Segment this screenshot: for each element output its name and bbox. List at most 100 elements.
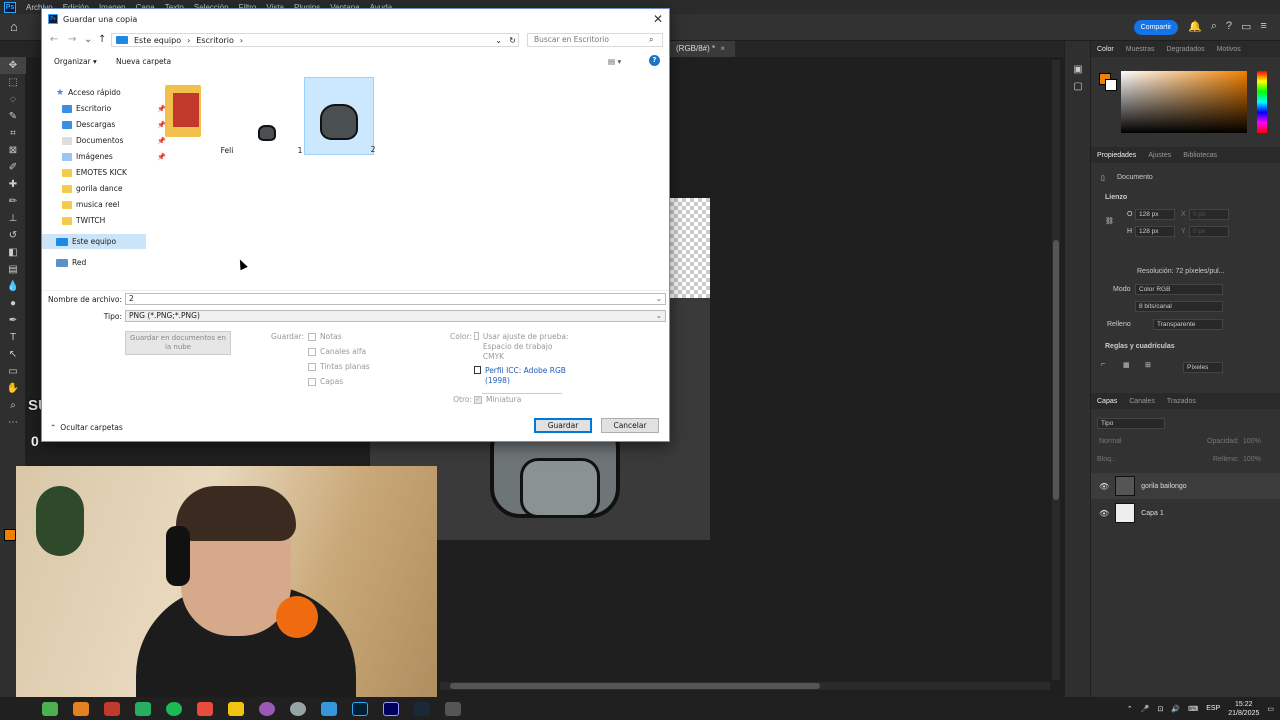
volume-icon[interactable]: 🔊 [1171,705,1180,713]
history-panel-icon[interactable]: ▣ [1065,61,1091,78]
file-explorer-icon[interactable] [228,701,244,716]
x-field[interactable]: 0 px [1189,209,1229,220]
type-tool-icon[interactable]: T [0,329,26,346]
scrollbar-thumb[interactable] [1053,240,1059,500]
checkbox-checked[interactable]: ✓ [474,395,482,404]
spotify-icon[interactable] [166,701,182,716]
canvas-section-title[interactable]: Lienzo [1105,194,1127,201]
layer-filter-select[interactable]: Tipo [1097,418,1165,429]
guides-section-title[interactable]: Reglas y cuadrículas [1105,343,1175,350]
nav-network[interactable]: Red [56,255,160,270]
blur-tool-icon[interactable]: 💧 [0,278,26,295]
notifications-icon[interactable]: ▭ [1267,705,1274,713]
taskbar-app-icon[interactable] [197,701,213,716]
units-select[interactable]: Píxeles [1183,362,1223,373]
height-field[interactable]: 128 px [1135,226,1175,237]
width-field[interactable]: 128 px [1135,209,1175,220]
save-button[interactable]: Guardar [534,418,592,433]
organize-button[interactable]: Organizar ▾ [54,57,97,66]
forward-arrow-icon[interactable]: → [68,34,76,45]
tab-gradients[interactable]: Degradados [1167,46,1205,53]
guides-icon[interactable]: ⊞ [1145,361,1151,369]
checkbox[interactable] [308,332,316,341]
hand-tool-icon[interactable]: ✋ [0,380,26,397]
tab-color[interactable]: Color [1097,46,1114,53]
lasso-tool-icon[interactable]: ◌ [0,91,26,108]
file-item-feli[interactable]: Feli [157,77,233,155]
link-icon[interactable]: ⛓ [1105,217,1114,225]
path-select-tool-icon[interactable]: ↖ [0,346,26,363]
horizontal-scrollbar[interactable] [440,682,1050,690]
nav-item-imagenes[interactable]: Imágenes 📌 [62,149,166,164]
help-icon[interactable]: ? [1226,20,1232,33]
chevron-right-icon[interactable]: › [240,36,243,45]
layer-row[interactable]: 👁 Capa 1 [1091,500,1280,526]
whatsapp-icon[interactable] [135,701,151,716]
close-tab-icon[interactable]: × [720,41,725,57]
option-layers[interactable]: Capas [308,377,343,386]
gradient-tool-icon[interactable]: ▤ [0,261,26,278]
layer-fill-field[interactable]: 100% [1243,456,1261,463]
scrollbar-thumb[interactable] [450,683,820,689]
bell-icon[interactable]: 🔔 [1188,20,1202,33]
help-icon[interactable]: ? [649,55,660,66]
clock[interactable]: 15:22 21/8/2025 [1228,700,1259,718]
tab-adjustments[interactable]: Ajustes [1148,152,1171,159]
refresh-icon[interactable]: ↻ [509,36,516,45]
ruler-icon[interactable]: ⌐ [1101,361,1105,368]
file-item-2[interactable]: 2 [304,77,375,155]
history-brush-icon[interactable]: ↺ [0,227,26,244]
checkbox[interactable] [474,332,479,340]
recent-dropdown-icon[interactable]: ⌄ [84,34,92,45]
tab-layers[interactable]: Capas [1097,398,1117,405]
taskbar-app-icon[interactable] [42,701,58,716]
option-proof-setup[interactable]: Usar ajuste de prueba: Espacio de trabaj… [474,332,569,362]
filename-field[interactable]: 2 ⌄ [125,293,666,305]
more-tools-icon[interactable]: ⋯ [0,414,26,431]
option-thumbnail[interactable]: ✓ Miniatura [474,395,521,404]
checkbox[interactable] [474,366,481,374]
chevron-down-icon[interactable]: ⌄ [656,311,662,321]
pen-tool-icon[interactable]: ✒ [0,312,26,329]
up-arrow-icon[interactable]: ↑ [98,34,106,45]
nav-item-twitch[interactable]: TWITCH [62,213,166,228]
back-arrow-icon[interactable]: ← [50,34,58,45]
option-alpha-channels[interactable]: Canales alfa [308,347,366,356]
home-icon[interactable]: ⌂ [10,20,26,34]
checkbox[interactable] [308,347,316,356]
save-to-cloud-button[interactable]: Guardar en documentos en la nube [125,331,231,355]
zoom-tool-icon[interactable]: ⌕ [0,397,26,414]
search-icon[interactable]: ⌕ [649,35,653,45]
keyboard-icon[interactable]: ⌨ [1188,705,1198,713]
tab-paths[interactable]: Trazados [1167,398,1196,405]
nav-item-descargas[interactable]: Descargas 📌 [62,117,166,132]
stamp-tool-icon[interactable]: ⊥ [0,210,26,227]
hide-folders-toggle[interactable]: ⌃ Ocultar carpetas [50,423,123,432]
menu-icon[interactable]: ≡ [1260,20,1266,33]
grid-icon[interactable]: ▦ [1123,361,1130,369]
microphone-icon[interactable]: 🎤 [1141,705,1150,713]
fill-select[interactable]: Transparente [1153,319,1223,330]
address-bar[interactable]: Este equipo › Escritorio › ⌄ ↻ [111,33,519,47]
layer-row[interactable]: 👁 gorila bailongo [1091,473,1280,499]
steam-icon[interactable] [414,701,430,716]
workspace-icon[interactable]: ▭ [1241,20,1251,33]
file-type-select[interactable]: PNG (*.PNG;*.PNG) ⌄ [125,310,666,322]
language-indicator[interactable]: ESP [1206,705,1220,712]
tab-libraries[interactable]: Bibliotecas [1183,152,1217,159]
breadcrumb-this-pc[interactable]: Este equipo [134,36,181,45]
depth-select[interactable]: 8 bits/canal [1135,301,1223,312]
nav-item-escritorio[interactable]: Escritorio 📌 [62,101,166,116]
marquee-tool-icon[interactable]: ⬚ [0,74,26,91]
nav-quick-access[interactable]: ★ Acceso rápido [56,85,160,100]
photoshop-taskbar-icon[interactable] [352,701,368,716]
y-field[interactable]: 0 px [1189,226,1229,237]
opacity-field[interactable]: 100% [1243,438,1261,445]
checkbox[interactable] [308,362,316,371]
chevron-down-icon[interactable]: ⌄ [495,36,502,45]
quick-select-tool-icon[interactable]: ✎ [0,108,26,125]
vertical-scrollbar[interactable] [1052,60,1060,680]
visibility-eye-icon[interactable]: 👁 [1099,482,1109,491]
dodge-tool-icon[interactable]: ● [0,295,26,312]
premiere-taskbar-icon[interactable] [383,701,399,716]
